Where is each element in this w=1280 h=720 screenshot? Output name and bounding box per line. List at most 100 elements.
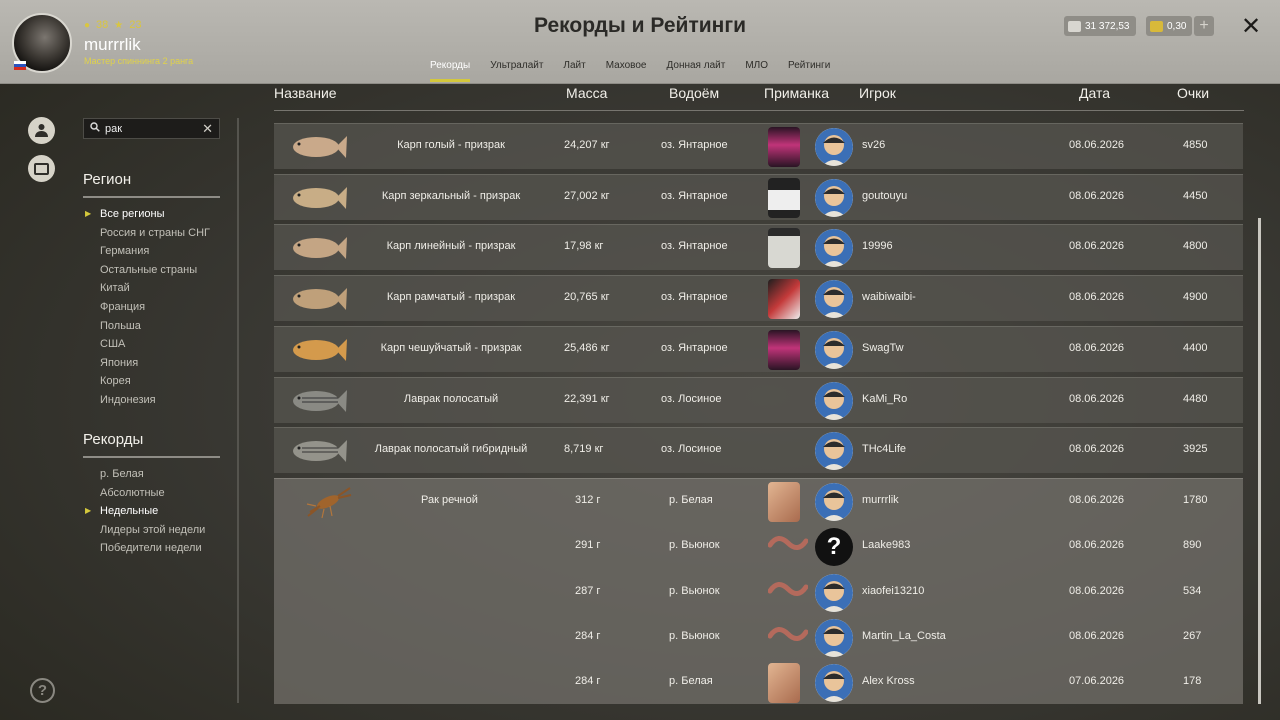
stat-a: 38 [96, 19, 109, 31]
tab-ratings[interactable]: Рейтинги [778, 60, 840, 82]
region-item[interactable]: Все регионы [85, 205, 210, 224]
col-mass[interactable]: Масса [566, 85, 607, 101]
add-gold-button[interactable]: + [1194, 16, 1214, 36]
player-avatar[interactable] [815, 573, 853, 612]
region-item[interactable]: Россия и страны СНГ [85, 224, 210, 243]
region-item[interactable]: Остальные страны [85, 261, 210, 280]
table-row[interactable]: Карп голый - призрак 24,207 кг оз. Янтарно… [274, 123, 1243, 169]
table-row[interactable]: 284 г р. Вьюнок Martin_La_Costa 08.06.2026 2… [274, 615, 1243, 660]
date-value: 08.06.2026 [1069, 341, 1125, 354]
tab-bottom-light[interactable]: Донная лайт [657, 60, 736, 82]
player-name[interactable]: sv26 [862, 139, 885, 151]
tab-light[interactable]: Лайт [553, 60, 595, 82]
player-name[interactable]: THc4Life [862, 443, 906, 455]
russia-flag-icon [14, 61, 26, 70]
table-row[interactable]: 284 г р. Белая Alex Kross 07.06.2026 178 [274, 660, 1243, 705]
table-row[interactable]: Лаврак полосатый гибридный 8,719 кг оз. Ло… [274, 427, 1243, 474]
col-date[interactable]: Дата [1079, 85, 1110, 101]
circle-icon: ● [84, 19, 91, 31]
table-row[interactable]: 291 г р. Вьюнок? Laake983 08.06.2026 890 [274, 524, 1243, 569]
player-avatar[interactable]: ? [815, 528, 853, 567]
tab-mlo[interactable]: МЛО [735, 60, 778, 82]
table-row[interactable]: Карп рамчатый - призрак 20,765 кг оз. Янта… [274, 275, 1243, 322]
water-value: оз. Янтарное [661, 189, 728, 202]
player-name[interactable]: goutouyu [862, 190, 907, 202]
player-name[interactable]: Laake983 [862, 539, 910, 551]
gold-coin-icon [1150, 20, 1163, 32]
rank-label: Мастер спиннинга 2 ранга [84, 56, 194, 66]
table-row[interactable]: Карп зеркальный - призрак 27,002 кг оз. Ян… [274, 173, 1243, 220]
player-avatar[interactable] [815, 330, 853, 369]
search-input[interactable]: рак ✕ [83, 118, 220, 139]
table-row[interactable]: Карп чешуйчатый - призрак 25,486 кг оз. Ян… [274, 325, 1243, 372]
player-avatar[interactable] [815, 178, 853, 217]
archive-icon[interactable] [28, 155, 55, 182]
water-value: оз. Янтарное [661, 341, 728, 354]
bait-image [768, 663, 800, 704]
silver-value: 31 372,53 [1085, 20, 1130, 32]
region-item[interactable]: Польша [85, 317, 210, 336]
records-item[interactable]: Абсолютные [85, 484, 205, 503]
player-avatar[interactable] [815, 128, 853, 166]
region-item[interactable]: Япония [85, 354, 210, 373]
records-item[interactable]: р. Белая [85, 465, 205, 484]
player-name[interactable]: SwagTw [862, 342, 904, 354]
records-item[interactable]: Лидеры этой недели [85, 521, 205, 540]
username: murrrlik [84, 35, 141, 54]
player-name[interactable]: xiaofei13210 [862, 585, 924, 597]
table-row[interactable]: 312 г р. Белая murrrlik 08.06.2026 1780 [274, 479, 1243, 524]
player-avatar[interactable] [815, 229, 853, 268]
help-button[interactable]: ? [30, 678, 55, 703]
scrollbar[interactable] [1258, 218, 1261, 704]
clear-search-icon[interactable]: ✕ [202, 121, 213, 137]
fish-image [288, 181, 348, 215]
region-item[interactable]: Франция [85, 298, 210, 317]
bait-image [768, 431, 800, 471]
player-avatar[interactable] [815, 664, 853, 703]
tab-ultralight[interactable]: Ультралайт [480, 60, 553, 82]
player-avatar[interactable] [815, 381, 853, 420]
date-value: 08.06.2026 [1069, 494, 1125, 506]
region-item[interactable]: Китай [85, 279, 210, 298]
close-icon[interactable]: ✕ [1241, 12, 1261, 41]
col-water[interactable]: Водоём [669, 85, 719, 101]
tab-float[interactable]: Маховое [596, 60, 657, 82]
player-avatar[interactable] [815, 618, 853, 657]
table-row[interactable]: 287 г р. Вьюнок xiaofei13210 08.06.2026 534 [274, 570, 1243, 615]
region-item[interactable]: Корея [85, 372, 210, 391]
points-value: 178 [1183, 675, 1202, 688]
records-item[interactable]: Победители недели [85, 539, 205, 558]
player-avatar[interactable] [815, 280, 853, 319]
water-value: оз. Янтарное [661, 240, 728, 253]
col-name[interactable]: Название [274, 85, 337, 101]
mass-value: 287 г [575, 584, 601, 597]
player-name[interactable]: KaMi_Ro [862, 393, 907, 405]
water-value: р. Вьюнок [669, 539, 720, 552]
points-value: 4450 [1183, 189, 1208, 202]
table-row[interactable]: Карп линейный - призрак 17,98 кг оз. Янтар… [274, 224, 1243, 271]
player-avatar[interactable] [815, 432, 853, 471]
col-bait[interactable]: Приманка [764, 85, 829, 101]
gold-balance: 0,30 [1146, 16, 1193, 36]
col-points[interactable]: Очки [1177, 85, 1209, 101]
friends-icon[interactable] [28, 117, 55, 144]
water-value: оз. Лосиное [661, 443, 722, 456]
region-item[interactable]: Индонезия [85, 391, 210, 410]
points-value: 4850 [1183, 139, 1208, 151]
player-name[interactable]: 19996 [862, 240, 893, 252]
player-name[interactable]: Alex Kross [862, 675, 915, 687]
records-item[interactable]: Недельные [85, 502, 205, 521]
fish-image [288, 384, 348, 418]
col-player[interactable]: Игрок [859, 85, 896, 101]
date-value: 08.06.2026 [1069, 139, 1125, 151]
player-name[interactable]: Martin_La_Costa [862, 630, 946, 642]
fish-image [288, 282, 348, 316]
region-item[interactable]: Германия [85, 242, 210, 261]
player-name[interactable]: waibiwaibi- [862, 291, 916, 303]
region-item[interactable]: США [85, 335, 210, 354]
table-row[interactable]: Лаврак полосатый 22,391 кг оз. Лосиное KaMi… [274, 376, 1243, 423]
tab-records[interactable]: Рекорды [420, 60, 480, 82]
player-name[interactable]: murrrlik [862, 494, 899, 506]
date-value: 08.06.2026 [1069, 443, 1125, 456]
player-avatar[interactable] [815, 483, 853, 521]
